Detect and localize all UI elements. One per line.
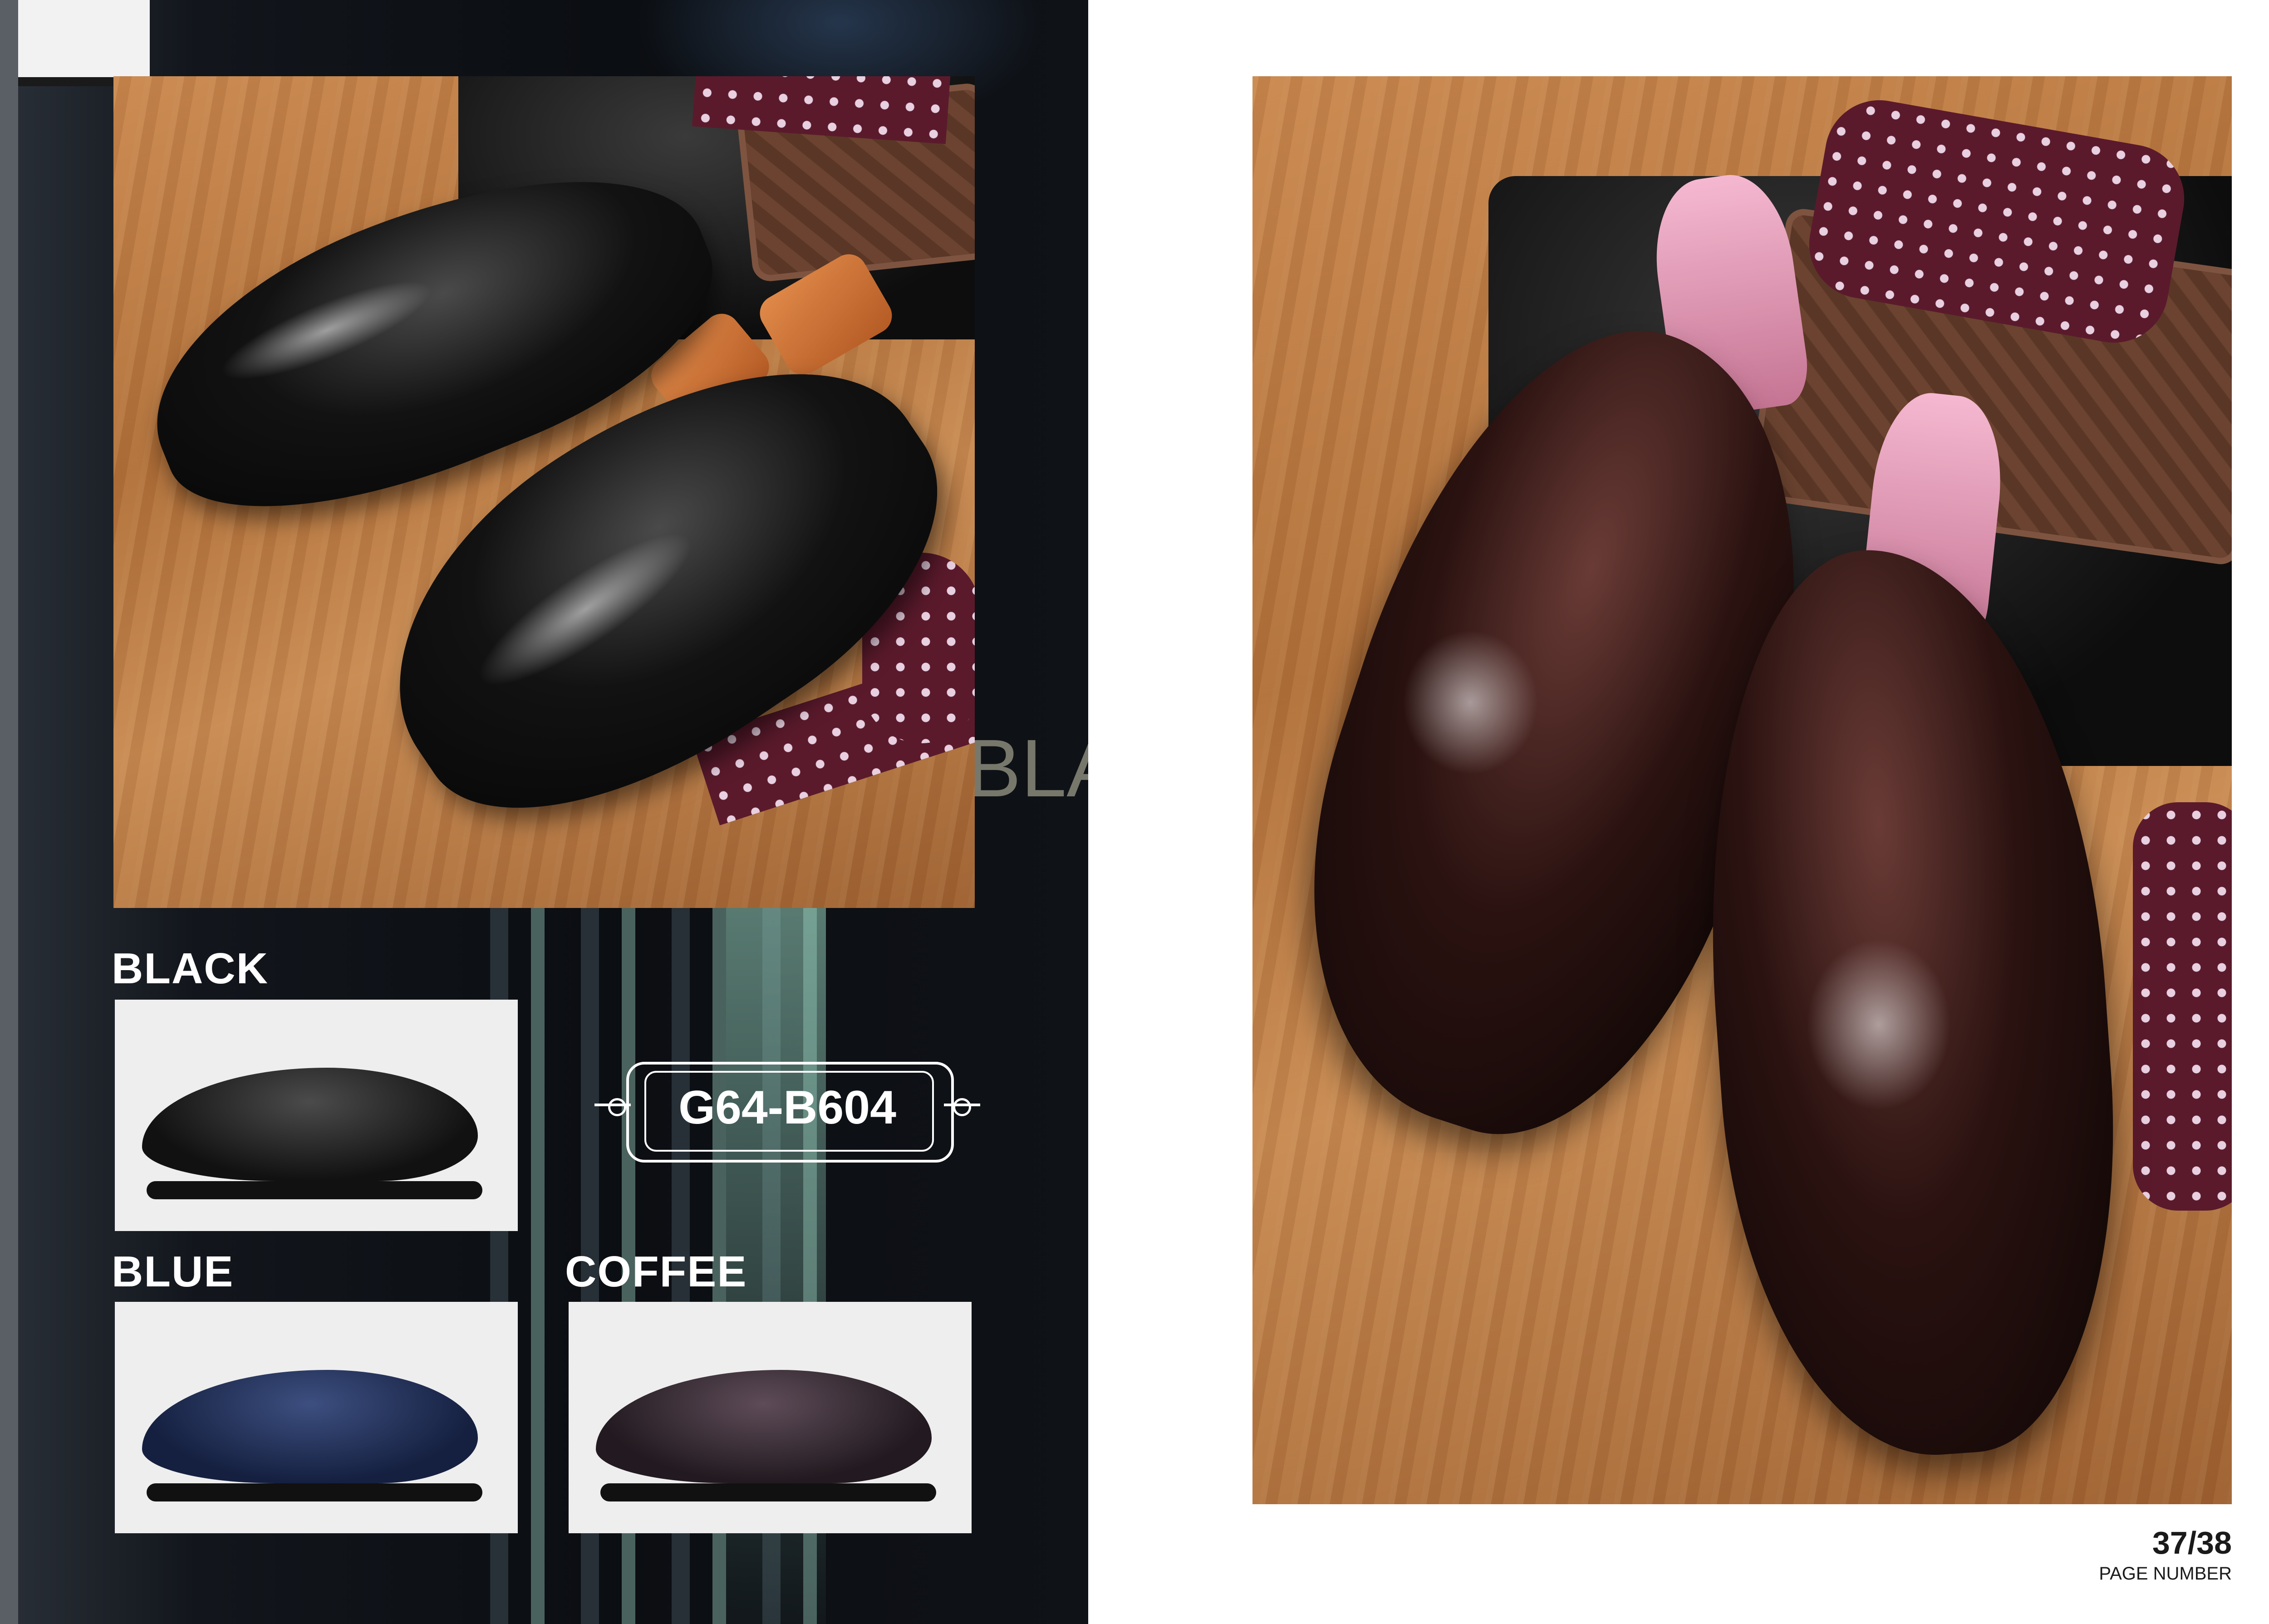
shoe-shine-highlight-2 [1806,938,1951,1111]
page-number: 37/38 [2152,1525,2232,1560]
model-code: G64-B604 [678,1081,896,1134]
color-label-black: BLACK [112,944,269,993]
feature-product-photo [1252,76,2232,1504]
shoe-black-thumbnail [142,1068,478,1181]
catalog-spread: BLAC BLACK BLUE COFFEE [0,0,2269,1624]
shoe-coffee-thumbnail [596,1370,932,1483]
hero-product-photo [113,76,975,908]
shoe-blue-thumbnail [142,1370,478,1483]
model-code-plaque: G64-B604 [594,1053,980,1166]
store-sign-background [18,0,150,86]
color-swatch-blue [115,1302,518,1533]
page-number-caption: PAGE NUMBER [2099,1564,2232,1584]
background-watermark-text: BLAC [967,723,1088,814]
shoe-sole [147,1483,482,1501]
color-swatch-coffee [569,1302,972,1533]
shoe-sole [147,1181,482,1199]
rolled-necktie [2133,802,2232,1211]
color-swatch-black [115,1000,518,1231]
shoe-sole [600,1483,936,1501]
shoe-shine-highlight [1402,630,1538,775]
color-label-blue: BLUE [112,1247,234,1296]
left-page: BLAC BLACK BLUE COFFEE [0,0,1088,1624]
page-number-block: 37/38 PAGE NUMBER [2099,1525,2232,1584]
color-label-coffee: COFFEE [565,1247,747,1296]
